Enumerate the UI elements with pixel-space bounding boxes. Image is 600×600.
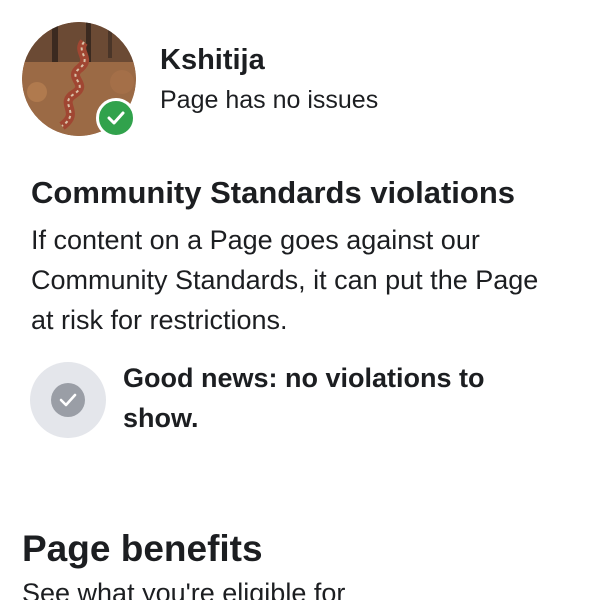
community-standards-description: If content on a Page goes against our Co… (31, 225, 539, 335)
avatar-container[interactable] (22, 22, 136, 138)
page-quality-screen: Kshitija Page has no issues Community St… (0, 0, 600, 600)
page-header: Kshitija Page has no issues (22, 22, 582, 138)
page-benefits-subtitle: See what you're eligible for (22, 578, 346, 600)
check-inner (51, 383, 85, 417)
check-circle-icon (30, 362, 106, 438)
no-violations-row: Good news: no violations to show. (30, 360, 570, 440)
verified-badge (96, 98, 136, 138)
check-icon (59, 393, 77, 407)
check-icon (107, 111, 125, 125)
community-standards-title: Community Standards violations (31, 175, 516, 210)
page-name: Kshitija (160, 44, 265, 76)
page-status: Page has no issues (160, 86, 379, 114)
page-benefits-title: Page benefits (22, 528, 263, 569)
no-violations-message: Good news: no violations to show. (123, 363, 485, 433)
